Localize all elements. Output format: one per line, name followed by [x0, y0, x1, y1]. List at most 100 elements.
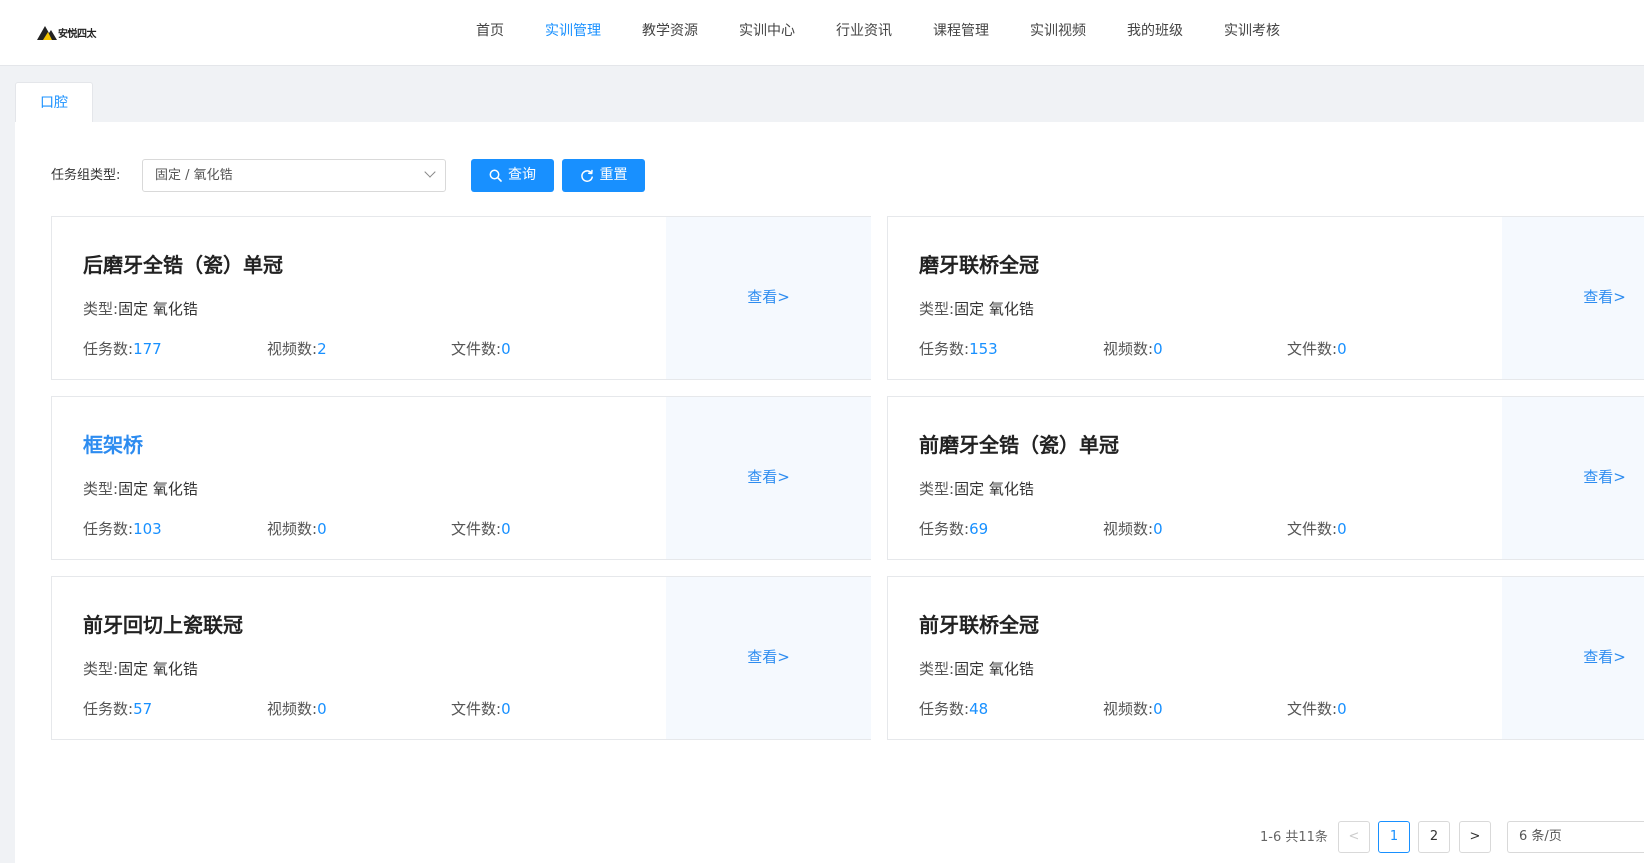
card-title[interactable]: 磨牙联桥全冠	[919, 251, 1039, 279]
file-count-label: 文件数:	[1287, 520, 1338, 538]
task-count-label: 任务数:	[919, 340, 970, 358]
card-task-count: 任务数:48	[919, 699, 988, 719]
nav-item-6[interactable]: 实训视频	[1030, 0, 1086, 64]
file-count-label: 文件数:	[451, 340, 502, 358]
video-count-value: 0	[317, 520, 327, 538]
nav-item-5[interactable]: 课程管理	[933, 0, 989, 64]
view-link[interactable]: 查看>	[666, 647, 871, 667]
task-group-card[interactable]: 后磨牙全锆（瓷）单冠 类型:固定 氧化锆 任务数:177 视频数:2 文件数:0 查看>	[51, 216, 871, 380]
view-link[interactable]: 查看>	[1502, 647, 1644, 667]
card-type-label: 类型:	[83, 300, 119, 318]
card-type-label: 类型:	[83, 480, 119, 498]
nav-item-7[interactable]: 我的班级	[1127, 0, 1183, 64]
video-count-value: 0	[1153, 520, 1163, 538]
task-count-value: 153	[969, 340, 998, 358]
pagination-next-button[interactable]: >	[1459, 821, 1491, 853]
card-type-label: 类型:	[919, 660, 955, 678]
nav-item-0[interactable]: 首页	[476, 0, 504, 64]
content-panel: 任务组类型: 固定 / 氧化锆 查询 重置 后磨牙全锆（瓷）单冠 类型:固定 氧化…	[15, 122, 1644, 863]
card-side-panel: 查看>	[666, 217, 871, 379]
select-value: 固定 / 氧化锆	[155, 168, 233, 183]
card-task-count: 任务数:103	[83, 519, 162, 539]
card-type-value: 固定 氧化锆	[954, 660, 1034, 678]
task-count-value: 103	[133, 520, 162, 538]
view-link[interactable]: 查看>	[666, 287, 871, 307]
card-file-count: 文件数:0	[1287, 339, 1347, 359]
card-title[interactable]: 框架桥	[83, 431, 143, 459]
card-side-panel: 查看>	[1502, 217, 1644, 379]
file-count-value: 0	[1337, 340, 1347, 358]
file-count-label: 文件数:	[1287, 340, 1338, 358]
card-task-count: 任务数:177	[83, 339, 162, 359]
task-group-card[interactable]: 前牙联桥全冠 类型:固定 氧化锆 任务数:48 视频数:0 文件数:0 查看>	[887, 576, 1644, 740]
video-count-label: 视频数:	[1103, 700, 1154, 718]
card-file-count: 文件数:0	[451, 519, 511, 539]
card-file-count: 文件数:0	[1287, 519, 1347, 539]
nav-item-4[interactable]: 行业资讯	[836, 0, 892, 64]
card-side-panel: 查看>	[1502, 577, 1644, 739]
card-type: 类型:固定 氧化锆	[919, 659, 1034, 679]
task-count-value: 177	[133, 340, 162, 358]
chevron-left-icon: <	[1348, 829, 1360, 844]
view-link[interactable]: 查看>	[1502, 287, 1644, 307]
card-file-count: 文件数:0	[451, 699, 511, 719]
tab-bar: 口腔	[15, 82, 1644, 123]
view-link[interactable]: 查看>	[1502, 467, 1644, 487]
search-icon	[489, 169, 502, 182]
task-group-type-select[interactable]: 固定 / 氧化锆	[142, 159, 446, 192]
card-title[interactable]: 前牙联桥全冠	[919, 611, 1039, 639]
pagination-total: 1-6 共11条	[1260, 830, 1328, 845]
card-title[interactable]: 前磨牙全锆（瓷）单冠	[919, 431, 1119, 459]
card-type-label: 类型:	[83, 660, 119, 678]
video-count-value: 0	[1153, 340, 1163, 358]
card-video-count: 视频数:0	[1103, 339, 1163, 359]
card-side-panel: 查看>	[1502, 397, 1644, 559]
task-group-card[interactable]: 前磨牙全锆（瓷）单冠 类型:固定 氧化锆 任务数:69 视频数:0 文件数:0 查看>	[887, 396, 1644, 560]
video-count-value: 0	[317, 700, 327, 718]
chevron-right-icon: >	[1469, 829, 1481, 844]
pagination-page-2[interactable]: 2	[1418, 821, 1450, 853]
page-size-select[interactable]: 6 条/页	[1507, 821, 1644, 853]
video-count-value: 0	[1153, 700, 1163, 718]
nav-item-8[interactable]: 实训考核	[1224, 0, 1280, 64]
search-button[interactable]: 查询	[471, 159, 554, 192]
card-type-value: 固定 氧化锆	[118, 300, 198, 318]
search-button-label: 查询	[508, 167, 536, 183]
tab-oral[interactable]: 口腔	[15, 82, 93, 123]
card-video-count: 视频数:0	[1103, 519, 1163, 539]
video-count-label: 视频数:	[1103, 520, 1154, 538]
view-link[interactable]: 查看>	[666, 467, 871, 487]
video-count-label: 视频数:	[267, 700, 318, 718]
card-side-panel: 查看>	[666, 397, 871, 559]
logo[interactable]: 安悦四太	[37, 22, 97, 42]
nav-item-1[interactable]: 实训管理	[545, 0, 601, 64]
card-video-count: 视频数:0	[1103, 699, 1163, 719]
task-group-card[interactable]: 框架桥 类型:固定 氧化锆 任务数:103 视频数:0 文件数:0 查看>	[51, 396, 871, 560]
pagination-prev-button[interactable]: <	[1338, 821, 1370, 853]
task-count-value: 48	[969, 700, 989, 718]
filter-label: 任务组类型:	[51, 168, 121, 183]
file-count-value: 0	[1337, 520, 1347, 538]
file-count-value: 0	[501, 520, 511, 538]
logo-text: 安悦四太	[58, 28, 97, 40]
file-count-label: 文件数:	[451, 520, 502, 538]
task-count-value: 57	[133, 700, 153, 718]
card-type: 类型:固定 氧化锆	[83, 659, 198, 679]
card-type-value: 固定 氧化锆	[954, 300, 1034, 318]
card-type: 类型:固定 氧化锆	[83, 479, 198, 499]
card-title[interactable]: 前牙回切上瓷联冠	[83, 611, 243, 639]
main-nav: 首页 实训管理 教学资源 实训中心 行业资讯 课程管理 实训视频 我的班级 实训考核	[476, 0, 1321, 64]
task-group-card[interactable]: 前牙回切上瓷联冠 类型:固定 氧化锆 任务数:57 视频数:0 文件数:0 查看>	[51, 576, 871, 740]
file-count-value: 0	[1337, 700, 1347, 718]
nav-item-2[interactable]: 教学资源	[642, 0, 698, 64]
pagination-page-1[interactable]: 1	[1378, 821, 1410, 853]
card-title[interactable]: 后磨牙全锆（瓷）单冠	[83, 251, 283, 279]
nav-item-3[interactable]: 实训中心	[739, 0, 795, 64]
file-count-value: 0	[501, 340, 511, 358]
logo-mountain-icon	[37, 26, 57, 40]
card-task-count: 任务数:69	[919, 519, 988, 539]
reset-button[interactable]: 重置	[562, 159, 645, 192]
card-type-value: 固定 氧化锆	[954, 480, 1034, 498]
task-group-card[interactable]: 磨牙联桥全冠 类型:固定 氧化锆 任务数:153 视频数:0 文件数:0 查看>	[887, 216, 1644, 380]
file-count-label: 文件数:	[451, 700, 502, 718]
